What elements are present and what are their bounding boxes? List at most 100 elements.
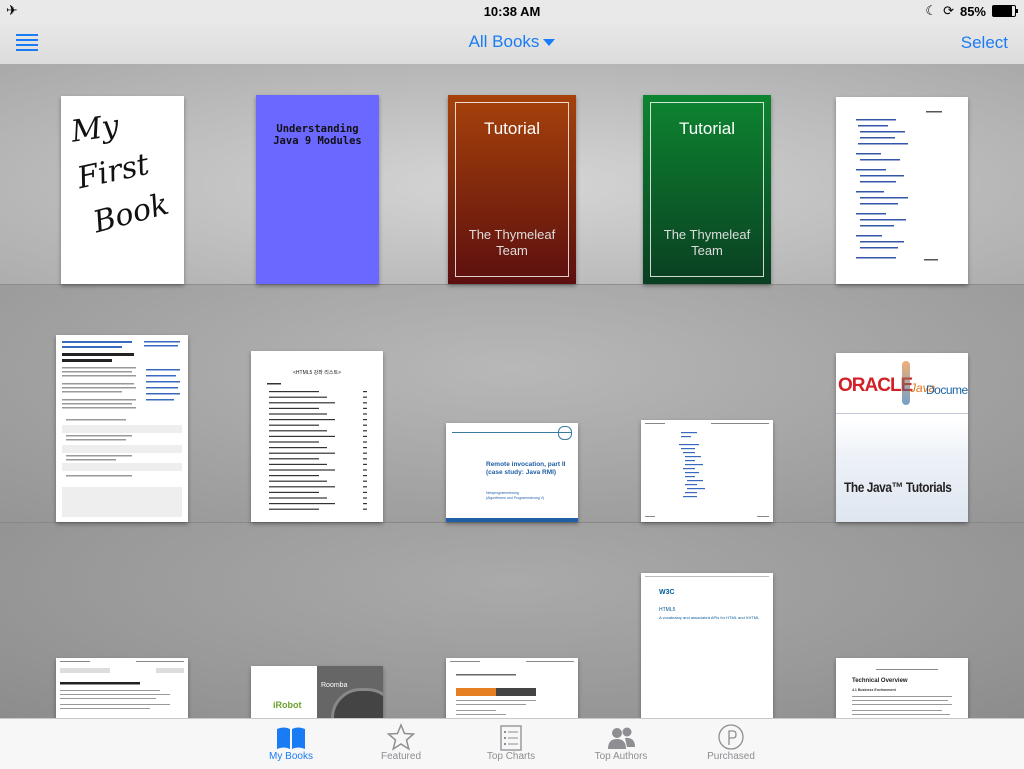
book-author: The Thymeleaf Team [448, 227, 576, 259]
tab-label: Purchased [707, 751, 755, 762]
toc-entry [269, 458, 319, 460]
header-bar [452, 432, 572, 433]
title-line: (case study: Java RMI) [486, 469, 557, 476]
toc-entry [269, 407, 319, 409]
toc-entry [269, 396, 327, 398]
book-spring-security-gae[interactable] [56, 658, 188, 718]
toc-page-number [363, 463, 367, 465]
author-line: Team [691, 243, 723, 258]
document-page-preview [62, 341, 182, 517]
title-line: Understanding [276, 123, 359, 135]
toc-entry [269, 441, 319, 443]
book-thymeleaf-tutorial-green[interactable]: Tutorial The Thymeleaf Team [643, 95, 771, 284]
toc-entry [269, 435, 335, 437]
book-title: Tutorial [483, 119, 541, 138]
tab-label: Featured [380, 751, 422, 762]
toc-entry [269, 503, 335, 505]
status-bar: ✈ 10:38 AM ☾ ⟳ 85% [0, 0, 1024, 22]
author-line: The Thymeleaf [663, 227, 751, 242]
book-irobot-roomba[interactable]: iRobot Roomba [251, 666, 383, 718]
book-ipv4-address-doc[interactable] [56, 335, 188, 522]
toc-page-number [363, 391, 367, 393]
toc-entry [269, 469, 335, 471]
toc-entry [269, 508, 319, 510]
tab-top-charts[interactable]: Top Charts [471, 721, 551, 762]
toc-page-number [363, 469, 367, 471]
toc-page-number [363, 413, 367, 415]
toc-entry [269, 480, 327, 482]
book-w3c-html5[interactable]: W3C HTML5 A vocabulary and associated AP… [641, 573, 773, 718]
tab-top-authors[interactable]: Top Authors [581, 721, 661, 762]
toc-entry [269, 430, 327, 432]
toc-entry [269, 486, 335, 488]
book-understanding-java-9-modules[interactable]: Understanding Java 9 Modules [256, 95, 379, 284]
toc-page-number [363, 424, 367, 426]
text-lines [852, 696, 952, 715]
toc-page-number [363, 508, 367, 510]
java-cup-icon [902, 361, 910, 405]
toc-entry [269, 447, 327, 449]
toc-entry [269, 452, 335, 454]
book-title: Understanding Java 9 Modules [256, 123, 379, 147]
page-preview [60, 661, 184, 709]
toc-page-number [363, 430, 367, 432]
toc-page-number [363, 503, 367, 505]
toc-entry [269, 424, 319, 426]
book-thymeleaf-tutorial-orange[interactable]: Tutorial The Thymeleaf Team [448, 95, 576, 284]
toc-entry [269, 463, 327, 465]
footer-bar [446, 518, 578, 522]
book-title: HTML5 [659, 607, 676, 613]
book-api-tree-doc[interactable] [641, 420, 773, 522]
toc-page-number [363, 402, 367, 404]
divider [836, 413, 968, 414]
page-preview [450, 661, 574, 715]
toc-entry [269, 491, 319, 493]
book-open-icon [277, 727, 305, 749]
toc-page-number [363, 480, 367, 482]
people-icon [608, 727, 635, 749]
book-title: The Java™ Tutorials [844, 479, 952, 495]
status-time: 10:38 AM [483, 4, 541, 19]
book-html5-course-list[interactable]: <HTML5 강좌 리스트> [251, 351, 383, 522]
subtitle-line: (Algorithmen und Programmierung V) [486, 496, 545, 500]
battery-icon [992, 5, 1018, 17]
toc-page-number [363, 435, 367, 437]
rotation-lock-icon: ⟳ [943, 3, 954, 18]
book-author: The Thymeleaf Team [643, 227, 771, 259]
collection-selector[interactable]: All Books [0, 32, 1024, 52]
book-java-tutorials[interactable]: ORACLE Java Documentation The Java™ Tuto… [836, 353, 968, 522]
star-icon [387, 723, 415, 751]
book-my-first-book[interactable]: My First Book [61, 96, 184, 284]
title-line: Remote invocation, part II [486, 461, 566, 468]
battery-percentage: 85% [959, 3, 986, 19]
toc-page-number [363, 491, 367, 493]
book-subtitle: Netzprogrammierung (Algorithmen und Prog… [486, 491, 544, 501]
book-spring-download-doc[interactable] [446, 658, 578, 718]
tab-purchased[interactable]: Purchased [691, 721, 771, 762]
toc-page-number [363, 452, 367, 454]
tree-page-preview [645, 423, 769, 517]
handwritten-title: My First Book [69, 104, 172, 240]
tab-my-books[interactable]: My Books [251, 721, 331, 762]
toc-page-number [363, 486, 367, 488]
book-subtitle: A vocabulary and associated APIs for HTM… [659, 615, 760, 620]
tab-featured[interactable]: Featured [361, 721, 441, 762]
book-remote-invocation-rmi[interactable]: Remote invocation, part II (case study: … [446, 423, 578, 522]
select-button[interactable]: Select [961, 33, 1008, 53]
irobot-logo: iRobot [273, 700, 302, 710]
toc-page-number [363, 396, 367, 398]
nav-bar: All Books Select [0, 22, 1024, 64]
book-technical-overview[interactable]: Technical Overview 4.1 Business Environm… [836, 658, 968, 718]
header-line [645, 576, 769, 577]
code-page-preview [856, 111, 942, 261]
tab-bar: My Books Featured Top Charts Top Authors… [0, 718, 1024, 769]
collection-title: All Books [468, 32, 540, 51]
book-code-listing[interactable] [836, 97, 968, 284]
moon-icon: ☾ [925, 3, 938, 18]
purchased-icon [718, 724, 744, 750]
toc-entry [269, 497, 327, 499]
author-line: The Thymeleaf [468, 227, 556, 242]
tab-label: Top Charts [486, 751, 536, 762]
university-logo [558, 426, 572, 440]
status-right: ☾ ⟳ 85% [925, 3, 1018, 19]
